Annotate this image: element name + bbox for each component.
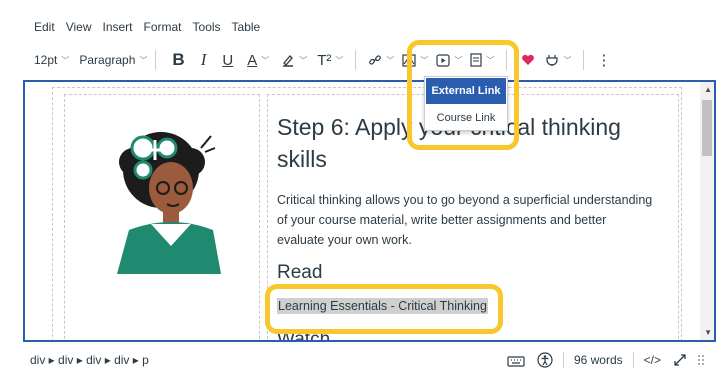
status-bar: div ▸ div ▸ div ▸ div ▸ p 96 words </> bbox=[0, 348, 717, 372]
menu-table[interactable]: Table bbox=[232, 20, 261, 34]
link-button[interactable]: ﹀ bbox=[368, 47, 394, 73]
apps-button[interactable]: ﹀ bbox=[545, 47, 571, 73]
element-path-breadcrumb[interactable]: div ▸ div ▸ div ▸ div ▸ p bbox=[30, 353, 149, 367]
menu-tools[interactable]: Tools bbox=[193, 20, 221, 34]
heart-icon bbox=[522, 54, 535, 65]
intro-paragraph: Critical thinking allows you to go beyon… bbox=[277, 193, 653, 247]
underline-icon: U bbox=[222, 51, 234, 69]
highlighter-icon bbox=[283, 55, 294, 67]
accessibility-icon[interactable] bbox=[537, 352, 553, 368]
resize-handle-icon[interactable] bbox=[697, 353, 705, 367]
link-icon bbox=[369, 55, 382, 65]
toolbar-divider bbox=[355, 50, 357, 70]
status-bar-right: 96 words </> bbox=[507, 352, 705, 368]
word-count: 96 words bbox=[573, 353, 623, 367]
font-size-value: 12pt bbox=[34, 53, 58, 67]
menu-edit[interactable]: Edit bbox=[34, 20, 55, 34]
block-format-value: Paragraph bbox=[79, 53, 136, 67]
chevron-down-icon: ﹀ bbox=[61, 55, 70, 65]
fullscreen-icon[interactable] bbox=[673, 353, 687, 367]
chevron-down-icon: ﹀ bbox=[139, 55, 148, 65]
accessibility-checker-button[interactable] bbox=[521, 47, 535, 73]
highlight-color-button[interactable]: ﹀ bbox=[281, 47, 307, 73]
status-divider bbox=[632, 352, 634, 368]
plug-icon bbox=[546, 55, 558, 66]
scrollbar-thumb[interactable] bbox=[702, 100, 712, 156]
superscript-icon: T² bbox=[317, 51, 332, 69]
chevron-down-icon: ﹀ bbox=[386, 55, 395, 65]
highlight-box-selected-text bbox=[265, 284, 503, 334]
menu-format[interactable]: Format bbox=[144, 20, 182, 34]
read-heading: Read bbox=[277, 262, 323, 283]
font-size-select[interactable]: 12pt ﹀ bbox=[34, 47, 69, 73]
italic-icon: I bbox=[200, 50, 207, 69]
more-options-button[interactable]: ⋮ bbox=[596, 47, 611, 73]
toolbar-divider bbox=[155, 50, 157, 70]
thinking-person-illustration bbox=[117, 132, 221, 274]
status-divider bbox=[562, 352, 564, 368]
chevron-down-icon: ﹀ bbox=[261, 55, 270, 65]
scroll-down-arrow-icon[interactable]: ▼ bbox=[704, 328, 712, 337]
italic-button[interactable]: I bbox=[201, 47, 207, 73]
scroll-up-arrow-icon[interactable]: ▲ bbox=[704, 85, 712, 94]
superscript-button[interactable]: T² ﹀ bbox=[317, 47, 343, 73]
menu-insert[interactable]: Insert bbox=[102, 20, 132, 34]
menu-bar: Edit View Insert Format Tools Table bbox=[0, 14, 271, 40]
text-color-icon: A bbox=[247, 51, 258, 69]
block-format-select[interactable]: Paragraph ﹀ bbox=[79, 47, 147, 73]
menu-view[interactable]: View bbox=[66, 20, 92, 34]
chevron-down-icon: ﹀ bbox=[335, 55, 344, 65]
more-vertical-icon: ⋮ bbox=[596, 52, 612, 69]
toolbar-divider bbox=[583, 50, 585, 70]
keyboard-icon[interactable] bbox=[507, 354, 525, 367]
text-color-button[interactable]: A ﹀ bbox=[247, 47, 269, 73]
bold-icon: B bbox=[172, 50, 185, 69]
chevron-down-icon: ﹀ bbox=[563, 55, 572, 65]
bold-button[interactable]: B bbox=[172, 47, 184, 73]
html-editor-toggle[interactable]: </> bbox=[644, 353, 661, 367]
underline-button[interactable]: U bbox=[222, 47, 233, 73]
editor-toolbar: 12pt ﹀ Paragraph ﹀ B I U A ﹀ ﹀ T² ﹀ ﹀ ﹀ … bbox=[0, 44, 717, 76]
editor-scrollbar[interactable]: ▲ ▼ bbox=[700, 82, 714, 340]
highlight-box-link-menu bbox=[407, 40, 519, 150]
chevron-down-icon: ﹀ bbox=[299, 55, 308, 65]
